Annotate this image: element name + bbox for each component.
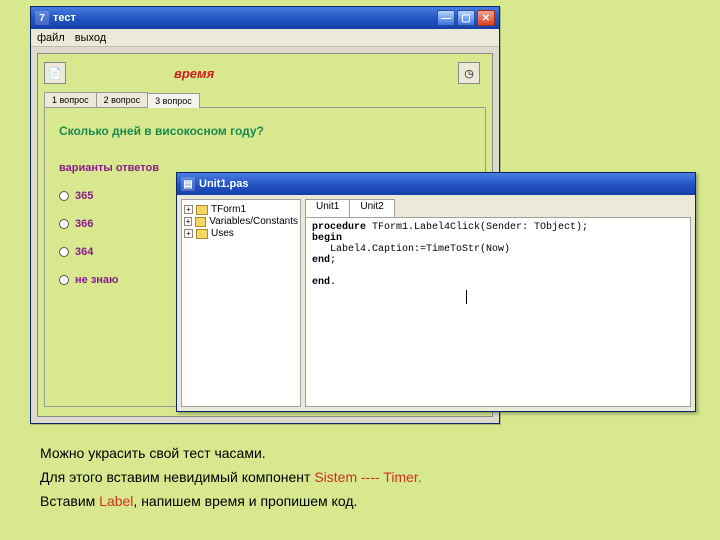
maximize-button[interactable]: ▢ [457, 10, 475, 26]
explain-p3a: Вставим [40, 493, 99, 509]
minimize-button[interactable]: — [437, 10, 455, 26]
close-button[interactable]: ✕ [477, 10, 495, 26]
tab-question-1[interactable]: 1 вопрос [44, 92, 97, 107]
explain-p3b: Label [99, 493, 133, 509]
test-window-title: тест [53, 12, 437, 24]
expand-icon[interactable]: + [184, 229, 193, 238]
code-keyword: end [312, 277, 330, 288]
clock-button[interactable]: ◷ [458, 62, 480, 84]
time-label: время [174, 66, 214, 81]
menu-exit[interactable]: выход [75, 32, 106, 44]
radio-icon[interactable] [59, 219, 69, 229]
explain-p2b: Sistem ---- Timer. [314, 469, 421, 485]
folder-icon [196, 229, 208, 239]
code-keyword: begin [312, 233, 342, 244]
ide-unit-tabs: Unit1 Unit2 [305, 199, 691, 217]
clock-icon: ◷ [464, 67, 474, 80]
code-keyword: procedure [312, 222, 366, 233]
ide-window: ▤ Unit1.pas + TForm1 + Variables/Constan… [176, 172, 696, 412]
ide-window-title: Unit1.pas [199, 178, 691, 190]
code-editor[interactable]: procedure TForm1.Label4Click(Sender: TOb… [305, 217, 691, 407]
ide-titlebar[interactable]: ▤ Unit1.pas [177, 173, 695, 195]
folder-icon [196, 205, 208, 215]
explain-p1: Можно украсить свой тест часами. [40, 442, 422, 466]
test-menubar: файл выход [31, 29, 499, 47]
tab-question-2[interactable]: 2 вопрос [96, 92, 149, 107]
radio-icon[interactable] [59, 191, 69, 201]
app-icon: 7 [35, 11, 49, 25]
code-text: TForm1.Label4Click(Sender: TObject); [366, 222, 588, 233]
ide-tab-unit1[interactable]: Unit1 [305, 199, 350, 217]
code-text: ; [330, 255, 336, 266]
explain-p2a: Для этого вставим невидимый компонент [40, 469, 314, 485]
test-titlebar[interactable]: 7 тест — ▢ ✕ [31, 7, 499, 29]
file-icon: ▤ [181, 177, 195, 191]
code-text: . [330, 277, 336, 288]
tree-item-uses[interactable]: + Uses [184, 228, 298, 239]
answer-label: 364 [75, 246, 93, 258]
explanation-text: Можно украсить свой тест часами. Для это… [40, 442, 422, 513]
tree-label: Variables/Constants [209, 216, 298, 227]
tree-label: Uses [211, 228, 234, 239]
tree-label: TForm1 [211, 204, 246, 215]
folder-icon [195, 217, 206, 227]
answer-label: 365 [75, 190, 93, 202]
document-icon-button[interactable]: 📄 [44, 62, 66, 84]
menu-file[interactable]: файл [37, 32, 65, 44]
explain-p3: Вставим Label, напишем время и пропишем … [40, 490, 422, 514]
answer-label: не знаю [75, 274, 118, 286]
code-keyword: end [312, 255, 330, 266]
ide-tree[interactable]: + TForm1 + Variables/Constants + Uses [181, 199, 301, 407]
radio-icon[interactable] [59, 275, 69, 285]
explain-p2: Для этого вставим невидимый компонент Si… [40, 466, 422, 490]
answer-label: 366 [75, 218, 93, 230]
radio-icon[interactable] [59, 247, 69, 257]
tree-item-tform1[interactable]: + TForm1 [184, 204, 298, 215]
expand-icon[interactable]: + [184, 205, 193, 214]
expand-icon[interactable]: + [184, 217, 192, 226]
text-cursor [466, 290, 467, 304]
tree-item-variables[interactable]: + Variables/Constants [184, 216, 298, 227]
tab-question-3[interactable]: 3 вопрос [147, 93, 200, 108]
ide-tab-unit2[interactable]: Unit2 [349, 199, 394, 217]
code-text: Label4.Caption:=TimeToStr(Now) [312, 244, 510, 255]
document-icon: 📄 [48, 67, 62, 80]
question-text: Сколько дней в високосном году? [59, 124, 471, 138]
explain-p3c: , напишем время и пропишем код. [133, 493, 357, 509]
question-tabs: 1 вопрос 2 вопрос 3 вопрос [44, 92, 486, 107]
